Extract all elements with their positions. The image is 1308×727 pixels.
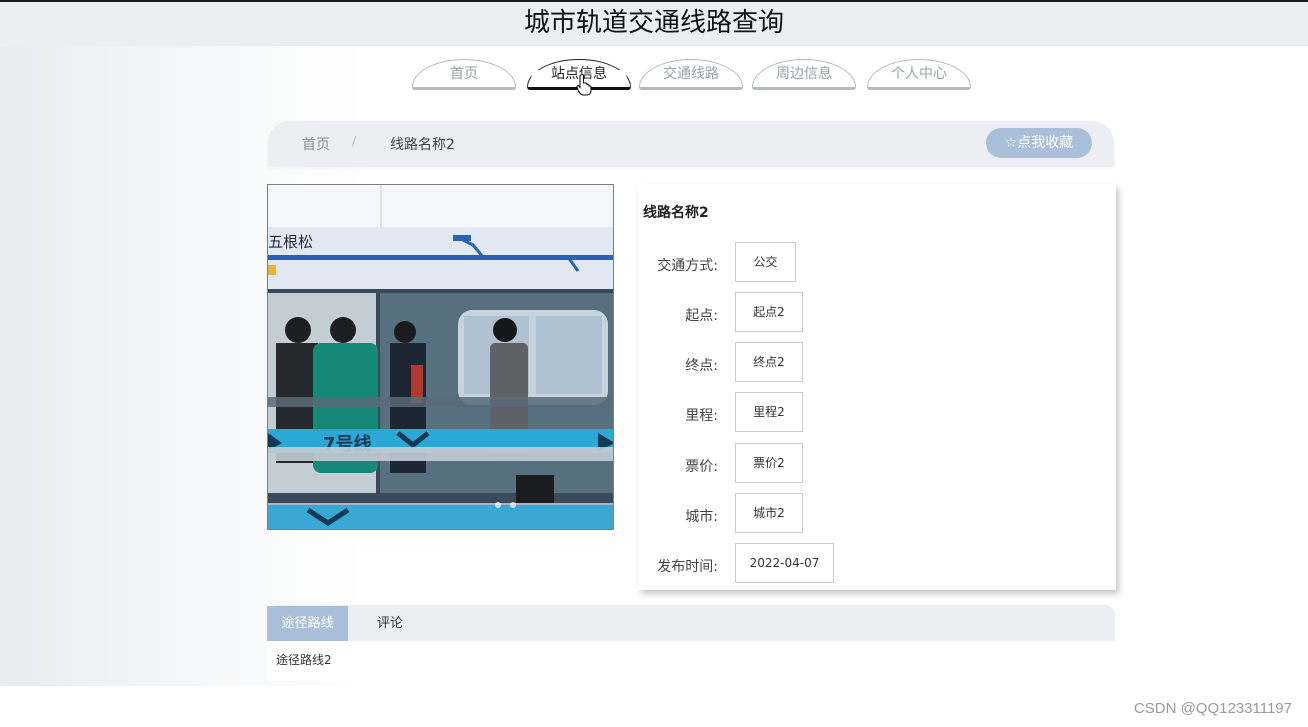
- watermark: CSDN @QQ123311197: [1133, 700, 1292, 717]
- route-photo: 五根松 7号线: [267, 184, 614, 530]
- site-header: 城市轨道交通线路查询: [0, 0, 1308, 46]
- nav-tab-nearby-info[interactable]: 周边信息: [752, 59, 856, 90]
- transport-mode-value: 公交: [735, 242, 796, 282]
- main-nav: 首页 站点信息 交通线路 周边信息 个人中心: [0, 59, 1308, 93]
- transport-mode-label: 交通方式:: [657, 258, 718, 274]
- site-title: 城市轨道交通线路查询: [523, 8, 784, 38]
- detail-tabs: 途径路线 评论: [267, 605, 1115, 641]
- publish-date-value: 2022-04-07: [735, 543, 834, 583]
- route-detail-card: 线路名称2 交通方式: 公交 起点: 起点2 终点: 终点2 里程: 里程2 票…: [638, 184, 1116, 590]
- tab-route[interactable]: 途径路线: [267, 606, 348, 641]
- hand-cursor-icon: [576, 74, 592, 96]
- publish-date-label: 发布时间:: [657, 559, 718, 575]
- breadcrumb: 首页 / 线路名称2 ☆点我收藏: [268, 121, 1114, 167]
- mileage-value: 里程2: [735, 392, 803, 432]
- end-point-label: 终点:: [685, 358, 718, 374]
- nav-tab-home[interactable]: 首页: [412, 59, 516, 90]
- nav-tab-user-center[interactable]: 个人中心: [867, 59, 971, 90]
- mileage-label: 里程:: [685, 408, 718, 424]
- fare-label: 票价:: [685, 459, 718, 475]
- breadcrumb-separator: /: [352, 134, 357, 148]
- fare-value: 票价2: [735, 443, 803, 483]
- breadcrumb-current: 线路名称2: [390, 137, 455, 153]
- nav-tab-transit-lines[interactable]: 交通线路: [639, 59, 743, 90]
- tab-route-content: 途径路线2: [267, 641, 1115, 681]
- city-label: 城市:: [685, 509, 718, 525]
- end-point-value: 终点2: [735, 342, 803, 382]
- start-point-value: 起点2: [735, 292, 803, 332]
- city-value: 城市2: [735, 493, 803, 533]
- station-sign-text: 五根松: [268, 233, 313, 251]
- tab-comment[interactable]: 评论: [363, 606, 417, 641]
- route-name-heading: 线路名称2: [643, 205, 709, 221]
- metro-platform-image: 五根松 7号线: [268, 185, 613, 529]
- favorite-button[interactable]: ☆点我收藏: [986, 128, 1092, 158]
- route-content-text: 途径路线2: [276, 653, 332, 667]
- breadcrumb-home-link[interactable]: 首页: [302, 134, 330, 154]
- start-point-label: 起点:: [685, 308, 718, 324]
